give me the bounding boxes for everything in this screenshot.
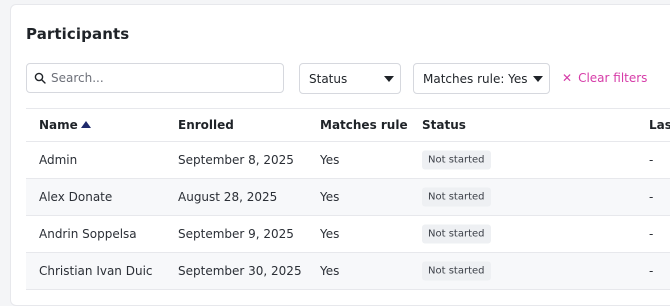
sort-ascending-icon <box>80 121 91 128</box>
cell-matches-rule: Yes <box>320 264 340 278</box>
table-row[interactable]: Alex Donate August 28, 2025 Yes Not star… <box>26 179 670 216</box>
cell-name: Alex Donate <box>39 190 113 204</box>
matches-rule-filter-select[interactable]: Matches rule: Yes <box>413 63 550 94</box>
cell-status: Not started <box>422 261 491 281</box>
cell-last: - <box>649 264 654 278</box>
cell-enrolled: September 30, 2025 <box>178 264 302 278</box>
status-badge: Not started <box>422 150 491 170</box>
cell-name: Christian Ivan Duic <box>39 264 153 278</box>
column-header-last[interactable]: Las <box>649 118 670 132</box>
cell-matches-rule: Yes <box>320 227 340 241</box>
status-badge: Not started <box>422 261 491 281</box>
table-row[interactable]: Admin September 8, 2025 Yes Not started … <box>26 142 670 179</box>
table-row[interactable]: Christian Ivan Duic September 30, 2025 Y… <box>26 253 670 290</box>
table-header-row: Name Enrolled Matches rule Status Las <box>26 109 670 142</box>
table-row[interactable]: Andrin Soppelsa September 9, 2025 Yes No… <box>26 216 670 253</box>
column-header-enrolled[interactable]: Enrolled <box>178 118 234 132</box>
cell-name: Admin <box>39 153 78 167</box>
cell-matches-rule: Yes <box>320 153 340 167</box>
search-input[interactable] <box>51 69 276 87</box>
search-box[interactable] <box>26 63 284 93</box>
status-badge: Not started <box>422 187 491 207</box>
cell-last: - <box>649 153 654 167</box>
chevron-down-icon <box>533 76 543 82</box>
participants-table: Name Enrolled Matches rule Status Las Ad… <box>26 108 670 290</box>
cell-name: Andrin Soppelsa <box>39 227 137 241</box>
cell-status: Not started <box>422 224 491 244</box>
clear-filters-button[interactable]: ✕ Clear filters <box>562 71 647 85</box>
column-header-status[interactable]: Status <box>422 118 466 132</box>
cell-enrolled: September 9, 2025 <box>178 227 294 241</box>
close-icon: ✕ <box>562 71 573 85</box>
clear-filters-label: Clear filters <box>578 71 648 85</box>
cell-status: Not started <box>422 187 491 207</box>
cell-enrolled: August 28, 2025 <box>178 190 278 204</box>
status-filter-select[interactable]: Status <box>299 63 401 94</box>
cell-last: - <box>649 227 654 241</box>
cell-last: - <box>649 190 654 204</box>
chevron-down-icon <box>384 76 394 82</box>
status-badge: Not started <box>422 224 491 244</box>
cell-status: Not started <box>422 150 491 170</box>
cell-matches-rule: Yes <box>320 190 340 204</box>
column-header-name-label: Name <box>39 118 78 132</box>
page-title: Participants <box>26 25 130 43</box>
status-filter-label: Status <box>309 72 348 86</box>
column-header-name[interactable]: Name <box>39 118 91 132</box>
column-header-matches-rule[interactable]: Matches rule <box>320 118 408 132</box>
search-icon <box>34 72 46 84</box>
cell-enrolled: September 8, 2025 <box>178 153 294 167</box>
matches-rule-filter-label: Matches rule: Yes <box>423 72 528 86</box>
